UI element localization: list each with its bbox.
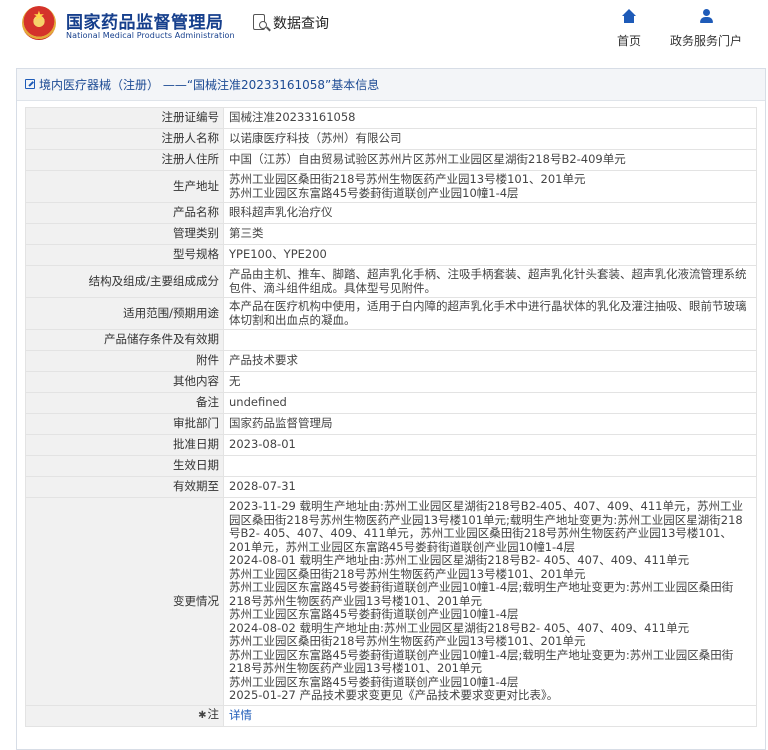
detail-panel: 境内医疗器械（注册） ——“国械注准20233161058”基本信息 注册证编号… bbox=[16, 68, 766, 750]
field-value: undefined bbox=[223, 392, 757, 414]
field-label: 有效期至 bbox=[25, 476, 224, 498]
note-label-cell: ✱注 bbox=[25, 704, 224, 727]
field-value: 第三类 bbox=[223, 223, 757, 245]
table-row: 有效期至 2028-07-31 bbox=[25, 476, 757, 498]
field-value: 2028-07-31 bbox=[223, 476, 757, 498]
table-row: 注册人住所 中国（江苏）自由贸易试验区苏州片区苏州工业园区星湖街218号B2-4… bbox=[25, 149, 757, 171]
panel-title: 境内医疗器械（注册） ——“国械注准20233161058”基本信息 bbox=[39, 78, 380, 92]
org-name-cn[interactable]: 国家药品监督管理局 bbox=[66, 8, 224, 33]
field-label: 其他内容 bbox=[25, 371, 224, 393]
table-row: ✱注 详情 bbox=[25, 704, 757, 727]
field-label: 产品名称 bbox=[25, 202, 224, 224]
table-row: 产品储存条件及有效期 bbox=[25, 329, 757, 351]
table-row: 适用范围/预期用途 本产品在医疗机构中使用，适用于白内障的超声乳化手术中进行晶状… bbox=[25, 297, 757, 330]
nav-home[interactable]: 首页 bbox=[612, 8, 646, 49]
note-star-icon: ✱ bbox=[198, 710, 207, 722]
field-label: 附件 bbox=[25, 350, 224, 372]
nav-gov-service-label[interactable]: 政务服务门户 bbox=[664, 32, 748, 49]
table-row: 注册证编号 国械注准20233161058 bbox=[25, 107, 757, 129]
table-row: 管理类别 第三类 bbox=[25, 223, 757, 245]
field-value: 2023-08-01 bbox=[223, 434, 757, 456]
field-label: 备注 bbox=[25, 392, 224, 414]
nav-home-label[interactable]: 首页 bbox=[612, 32, 646, 49]
table-row: 注册人名称 以诺康医疗科技（苏州）有限公司 bbox=[25, 128, 757, 150]
user-icon bbox=[699, 8, 713, 26]
field-label: 注册证编号 bbox=[25, 107, 224, 129]
home-icon bbox=[622, 8, 636, 26]
panel-title-bar: 境内医疗器械（注册） ——“国械注准20233161058”基本信息 bbox=[17, 69, 765, 101]
site-header: ★ 国家药品监督管理局 National Medical Products Ad… bbox=[0, 0, 768, 58]
field-label: 生产地址 bbox=[25, 170, 224, 203]
national-emblem-icon: ★ bbox=[22, 6, 56, 40]
field-label: 生效日期 bbox=[25, 455, 224, 477]
table-row: 产品名称 眼科超声乳化治疗仪 bbox=[25, 202, 757, 224]
field-label: 注册人名称 bbox=[25, 128, 224, 150]
field-label: 适用范围/预期用途 bbox=[25, 297, 224, 330]
field-value: 中国（江苏）自由贸易试验区苏州片区苏州工业园区星湖街218号B2-409单元 bbox=[223, 149, 757, 171]
field-value: 国械注准20233161058 bbox=[223, 107, 757, 129]
field-value: 产品由主机、推车、脚踏、超声乳化手柄、注吸手柄套装、超声乳化针头套装、超声乳化液… bbox=[223, 265, 757, 298]
external-link-icon bbox=[25, 79, 36, 90]
table-row: 附件 产品技术要求 bbox=[25, 350, 757, 372]
note-value-cell: 详情 bbox=[223, 704, 757, 727]
data-query-label: 数据查询 bbox=[273, 16, 329, 32]
field-value: 眼科超声乳化治疗仪 bbox=[223, 202, 757, 224]
data-query-title: 数据查询 bbox=[252, 12, 329, 34]
field-value: 本产品在医疗机构中使用，适用于白内障的超声乳化手术中进行晶状体的乳化及灌注抽吸、… bbox=[223, 297, 757, 330]
field-value bbox=[223, 329, 757, 351]
field-value: 无 bbox=[223, 371, 757, 393]
note-label: 注 bbox=[207, 707, 220, 722]
field-label: 产品储存条件及有效期 bbox=[25, 329, 224, 351]
field-label: 注册人住所 bbox=[25, 149, 224, 171]
field-value: 国家药品监督管理局 bbox=[223, 413, 757, 435]
table-row: 生产地址 苏州工业园区桑田街218号苏州生物医药产业园13号楼101、201单元… bbox=[25, 170, 757, 203]
field-value: 2023-11-29 载明生产地址由:苏州工业园区星湖街218号B2-405、4… bbox=[223, 497, 757, 706]
search-document-icon bbox=[252, 13, 271, 33]
table-row: 型号规格 YPE100、YPE200 bbox=[25, 244, 757, 266]
field-value: YPE100、YPE200 bbox=[223, 244, 757, 266]
field-label: 管理类别 bbox=[25, 223, 224, 245]
field-value bbox=[223, 455, 757, 477]
field-label: 批准日期 bbox=[25, 434, 224, 456]
field-value: 以诺康医疗科技（苏州）有限公司 bbox=[223, 128, 757, 150]
table-row: 其他内容 无 bbox=[25, 371, 757, 393]
field-label: 变更情况 bbox=[25, 497, 224, 706]
field-value: 苏州工业园区桑田街218号苏州生物医药产业园13号楼101、201单元 苏州工业… bbox=[223, 170, 757, 203]
field-label: 结构及组成/主要组成成分 bbox=[25, 265, 224, 298]
field-label: 型号规格 bbox=[25, 244, 224, 266]
details-link[interactable]: 详情 bbox=[229, 708, 252, 722]
table-row: 审批部门 国家药品监督管理局 bbox=[25, 413, 757, 435]
table-row: 批准日期 2023-08-01 bbox=[25, 434, 757, 456]
field-value: 产品技术要求 bbox=[223, 350, 757, 372]
nav-gov-service-portal[interactable]: 政务服务门户 bbox=[664, 8, 748, 49]
field-label: 审批部门 bbox=[25, 413, 224, 435]
table-row: 变更情况 2023-11-29 载明生产地址由:苏州工业园区星湖街218号B2-… bbox=[25, 497, 757, 706]
org-name-en: National Medical Products Administration bbox=[66, 31, 235, 40]
table-row: 生效日期 bbox=[25, 455, 757, 477]
table-row: 结构及组成/主要组成成分 产品由主机、推车、脚踏、超声乳化手柄、注吸手柄套装、超… bbox=[25, 265, 757, 298]
table-row: 备注 undefined bbox=[25, 392, 757, 414]
device-info-table: 注册证编号 国械注准20233161058 注册人名称 以诺康医疗科技（苏州）有… bbox=[25, 107, 757, 727]
